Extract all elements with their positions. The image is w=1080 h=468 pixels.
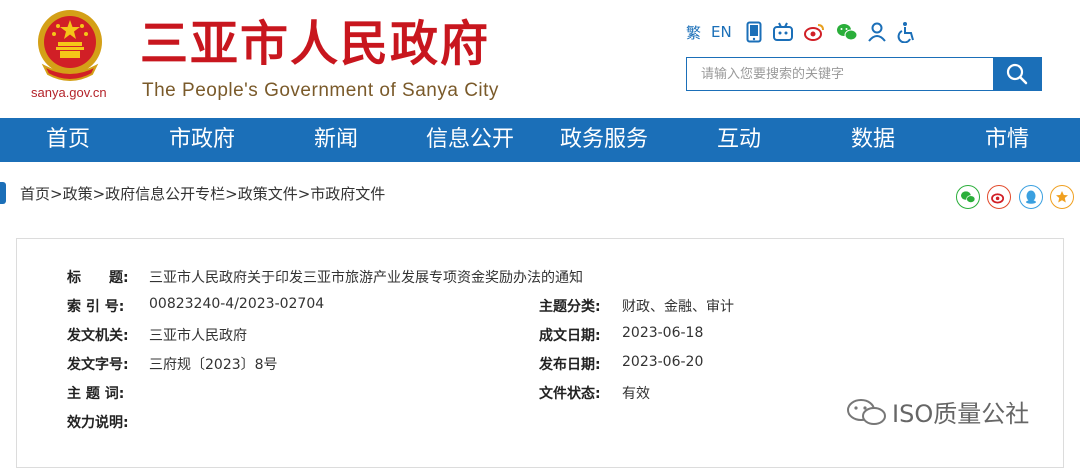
label-topic-class: 主题分类: (539, 299, 601, 315)
value-index: 00823240-4/2023-02704 (149, 296, 325, 312)
header-tools: 繁 EN (686, 20, 926, 44)
share-wechat-button[interactable] (956, 185, 980, 209)
nav-item-news[interactable]: 新闻 (314, 118, 358, 162)
main-nav: 首页 市政府 新闻 信息公开 政务服务 互动 数据 市情 (0, 118, 1080, 162)
label-validity-note: 效力说明: (67, 415, 129, 431)
breadcrumb-bar: 首页>政策>政府信息公开专栏>政策文件>市政府文件 (0, 178, 1080, 208)
label-doc-number: 发文字号: (67, 357, 129, 373)
weibo-icon (991, 193, 1005, 204)
star-icon (1056, 191, 1068, 203)
value-title: 三亚市人民政府关于印发三亚市旅游产业发展专项资金奖励办法的通知 (149, 270, 583, 286)
share-qzone-button[interactable] (1050, 185, 1074, 209)
wechat-logo-icon (847, 398, 886, 425)
site-header: sanya.gov.cn 三亚市人民政府 The People's Govern… (0, 0, 1080, 118)
weibo-icon[interactable] (803, 20, 826, 44)
label-issuer: 发文机关: (67, 328, 129, 344)
site-domain: sanya.gov.cn (31, 85, 107, 100)
label-written-date: 成文日期: (539, 328, 601, 344)
share-qq-button[interactable] (1019, 185, 1043, 209)
nav-item-city-info[interactable]: 市情 (985, 118, 1029, 162)
wechat-icon (961, 191, 976, 203)
breadcrumb-marker (0, 182, 6, 204)
document-info-card: 标 题: 三亚市人民政府关于印发三亚市旅游产业发展专项资金奖励办法的通知 索 引… (16, 238, 1064, 468)
site-title[interactable]: 三亚市人民政府 (140, 16, 490, 72)
accessibility-icon[interactable] (896, 20, 916, 44)
user-icon[interactable] (867, 20, 886, 44)
label-index: 索 引 号: (67, 299, 125, 315)
label-keywords: 主 题 词: (67, 386, 125, 402)
label-status: 文件状态: (539, 386, 601, 402)
mobile-icon[interactable] (746, 20, 762, 44)
traditional-chinese-link[interactable]: 繁 (686, 20, 701, 44)
watermark: ISO质量公社 (846, 394, 1029, 429)
breadcrumb[interactable]: 首页>政策>政府信息公开专栏>政策文件>市政府文件 (20, 183, 385, 204)
nav-item-data[interactable]: 数据 (851, 118, 895, 162)
watermark-text: ISO质量公社 (892, 400, 1030, 428)
nav-item-interaction[interactable]: 互动 (717, 118, 761, 162)
value-publish-date: 2023-06-20 (622, 354, 704, 370)
label-title: 标 题: (67, 270, 129, 286)
label-publish-date: 发布日期: (539, 357, 601, 373)
national-emblem-icon (38, 10, 102, 81)
value-topic-class: 财政、金融、审计 (622, 299, 734, 315)
value-issuer: 三亚市人民政府 (149, 328, 247, 344)
value-status: 有效 (622, 386, 650, 402)
search-button[interactable] (993, 58, 1041, 90)
nav-item-info-disclosure[interactable]: 信息公开 (426, 118, 514, 162)
share-weibo-button[interactable] (987, 185, 1011, 209)
search-box (686, 57, 1042, 91)
search-icon (1006, 63, 1028, 85)
nav-item-gov-services[interactable]: 政务服务 (560, 118, 648, 162)
bilibili-icon[interactable] (772, 20, 794, 44)
value-doc-number: 三府规〔2023〕8号 (149, 357, 278, 373)
site-subtitle: The People's Government of Sanya City (142, 80, 499, 101)
value-written-date: 2023-06-18 (622, 325, 704, 341)
nav-item-home[interactable]: 首页 (46, 118, 90, 162)
search-input[interactable] (687, 58, 992, 90)
qq-icon (1026, 190, 1036, 204)
english-link[interactable]: EN (711, 20, 732, 44)
nav-item-city-government[interactable]: 市政府 (169, 118, 235, 162)
wechat-icon[interactable] (836, 20, 858, 44)
